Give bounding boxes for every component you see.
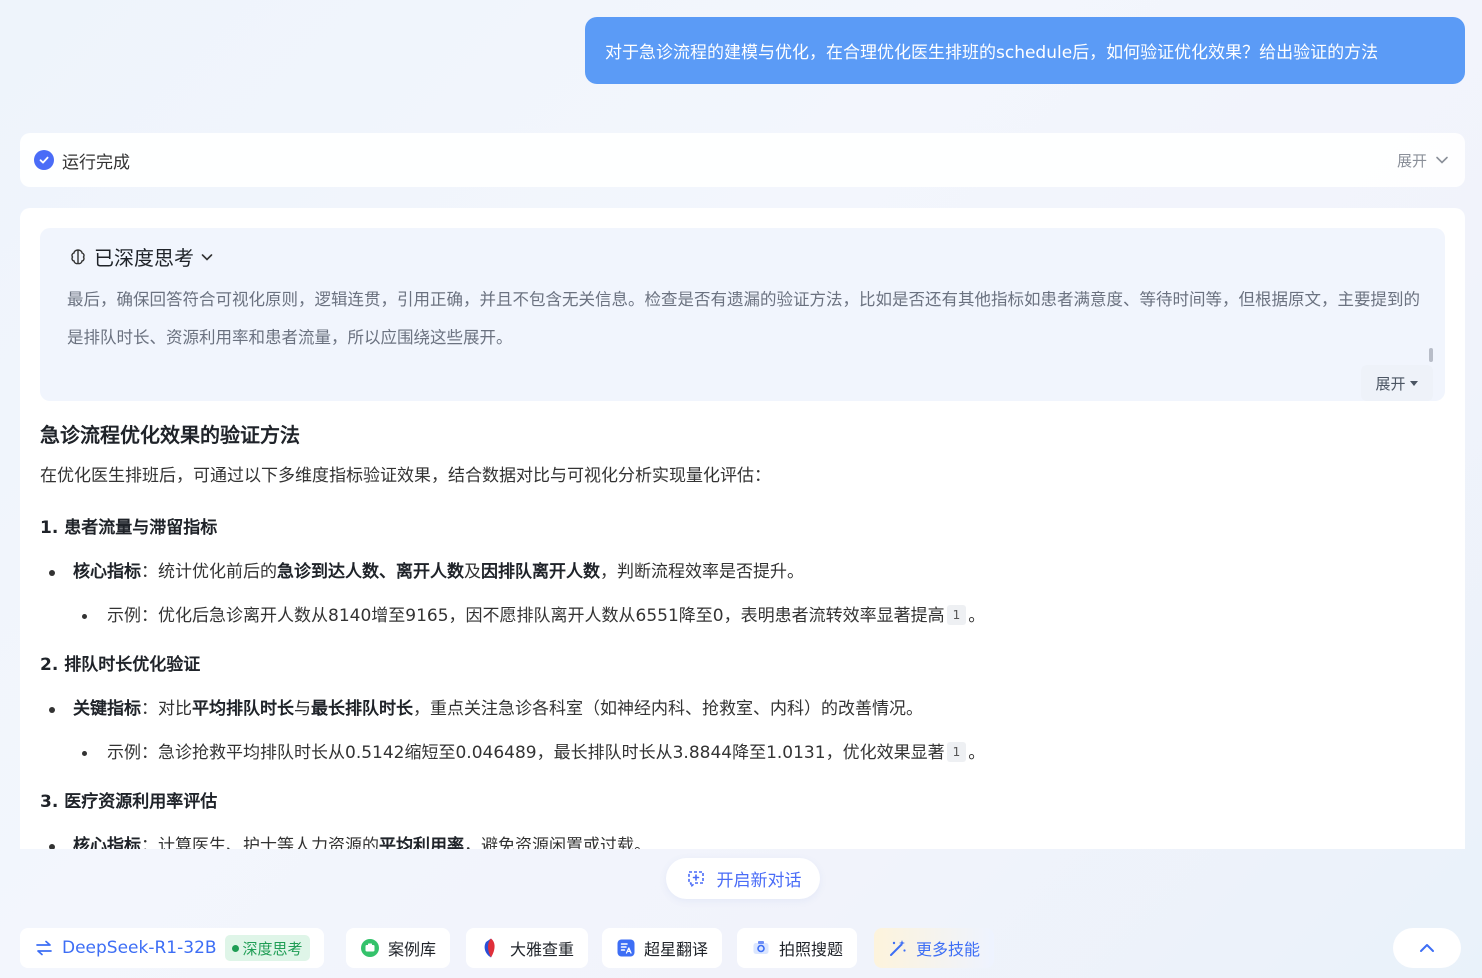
- user-message-text: 对于急诊流程的建模与优化，在合理优化医生排班的schedule后，如何验证优化效…: [605, 43, 1379, 63]
- bullet-bold: 平均排队时长: [192, 699, 294, 719]
- deep-think-badge-label: 深度思考: [242, 939, 303, 958]
- example-text: 示例：优化后急诊离开人数从8140增至9165，因不愿排队离开人数从6551降至…: [107, 606, 945, 626]
- magic-wand-icon: [888, 938, 908, 958]
- model-selector[interactable]: DeepSeek-R1-32B 深度思考: [20, 928, 324, 968]
- skill-label: 拍照搜题: [779, 940, 844, 959]
- deep-thinking-toggle[interactable]: 已深度思考: [68, 242, 214, 271]
- bullet-text: 统计优化前后的: [158, 562, 277, 582]
- chevron-down-icon: [1435, 153, 1449, 167]
- list-item: 核心指标：统计优化前后的急诊到达人数、离开人数及因排队离开人数，判断流程效率是否…: [40, 557, 1440, 587]
- bullet-label: 关键指标: [73, 699, 141, 719]
- skill-more[interactable]: 更多技能: [874, 928, 995, 968]
- citation-badge[interactable]: 1: [946, 742, 967, 762]
- skill-translate[interactable]: 超星翻译: [602, 928, 723, 968]
- brain-icon: [68, 247, 88, 267]
- skill-plagiarism-check[interactable]: 大雅查重: [466, 928, 589, 968]
- chevron-up-icon: [1418, 939, 1436, 957]
- skill-label: 超星翻译: [644, 940, 709, 959]
- camera-search-icon: [751, 938, 771, 958]
- bullet-text: 及: [464, 562, 481, 582]
- bullet-text: ，重点关注急诊各科室（如神经内科、抢救室、内科）的改善情况。: [413, 699, 923, 719]
- skill-label: 更多技能: [916, 940, 981, 959]
- bullet-label: 核心指标: [73, 836, 141, 849]
- run-status: 运行完成: [34, 148, 130, 173]
- user-message-bubble: 对于急诊流程的建模与优化，在合理优化医生排班的schedule后，如何验证优化效…: [585, 17, 1465, 84]
- bullet-bold: 最长排队时长: [311, 699, 413, 719]
- answer-content: 急诊流程优化效果的验证方法 在优化医生排班后，可通过以下多维度指标验证效果，结合…: [40, 420, 1440, 849]
- deep-thinking-panel: 已深度思考 最后，确保回答符合可视化原则，逻辑连贯，引用正确，并且不包含无关信息…: [40, 228, 1445, 401]
- example-text: 示例：急诊抢救平均排队时长从0.5142缩短至0.046489，最长排队时长从3…: [107, 743, 945, 763]
- status-dot-icon: [231, 944, 239, 952]
- plagiarism-check-icon: [480, 937, 502, 959]
- new-chat-icon: [685, 868, 707, 890]
- case-library-icon: [360, 938, 380, 958]
- skill-label: 大雅查重: [510, 940, 575, 959]
- status-expand-button[interactable]: 展开: [1397, 150, 1449, 171]
- example-end: 。: [968, 606, 986, 626]
- deep-think-badge[interactable]: 深度思考: [224, 935, 310, 961]
- bullet-sep: ：: [141, 836, 158, 849]
- chevron-down-icon: [200, 250, 214, 264]
- list-item: 核心指标：计算医生、护士等人力资源的平均利用率，避免资源闲置或过载。: [40, 831, 1440, 849]
- bullet-sep: ：: [141, 562, 158, 582]
- bullet-text: ，判断流程效率是否提升。: [600, 562, 804, 582]
- list-item: 关键指标：对比平均排队时长与最长排队时长，重点关注急诊各科室（如神经内科、抢救室…: [40, 694, 1440, 724]
- answer-card: 已深度思考 最后，确保回答符合可视化原则，逻辑连贯，引用正确，并且不包含无关信息…: [20, 208, 1465, 849]
- skill-case-library[interactable]: 案例库: [346, 928, 451, 968]
- example-end: 。: [968, 743, 986, 763]
- run-status-label: 运行完成: [62, 152, 130, 173]
- deep-thinking-title: 已深度思考: [94, 246, 194, 270]
- thinking-scrollbar[interactable]: [1429, 348, 1433, 362]
- bullet-text: 与: [294, 699, 311, 719]
- thinking-expand-button[interactable]: 展开: [1361, 365, 1433, 401]
- list-item: 示例：急诊抢救平均排队时长从0.5142缩短至0.046489，最长排队时长从3…: [40, 738, 1440, 768]
- status-expand-label: 展开: [1396, 151, 1427, 170]
- bullet-bold: 平均利用率: [379, 836, 464, 849]
- skill-camera-search[interactable]: 拍照搜题: [737, 928, 858, 968]
- citation-badge[interactable]: 1: [946, 605, 967, 625]
- caret-down-icon: [1409, 378, 1419, 388]
- model-name: DeepSeek-R1-32B: [62, 938, 217, 958]
- answer-title: 急诊流程优化效果的验证方法: [40, 423, 300, 447]
- new-chat-label: 开启新对话: [716, 871, 802, 891]
- section-heading: 2. 排队时长优化验证: [40, 655, 201, 675]
- section-heading: 3. 医疗资源利用率评估: [40, 792, 218, 812]
- bullet-text: 计算医生、护士等人力资源的: [158, 836, 379, 849]
- bottom-toolbar: DeepSeek-R1-32B 深度思考 案例库 大雅查重 超星翻译 拍照搜题: [0, 928, 1482, 972]
- run-status-card: 运行完成 展开: [20, 133, 1465, 187]
- new-chat-button[interactable]: 开启新对话: [666, 858, 820, 899]
- answer-intro: 在优化医生排班后，可通过以下多维度指标验证效果，结合数据对比与可视化分析实现量化…: [40, 466, 771, 486]
- deep-thinking-text: 最后，确保回答符合可视化原则，逻辑连贯，引用正确，并且不包含无关信息。检查是否有…: [67, 290, 1420, 347]
- check-circle-icon: [34, 150, 54, 170]
- switch-arrows-icon: [34, 938, 54, 958]
- bullet-text: 对比: [158, 699, 192, 719]
- bullet-bold: 急诊到达人数、离开人数: [277, 562, 464, 582]
- bullet-label: 核心指标: [73, 562, 141, 582]
- bullet-sep: ：: [141, 699, 158, 719]
- skill-label: 案例库: [388, 940, 437, 959]
- list-item: 示例：优化后急诊离开人数从8140增至9165，因不愿排队离开人数从6551降至…: [40, 601, 1440, 631]
- section-heading: 1. 患者流量与滞留指标: [40, 518, 218, 538]
- translate-icon: [616, 938, 636, 958]
- thinking-expand-label: 展开: [1375, 374, 1406, 393]
- scroll-top-button[interactable]: [1393, 928, 1461, 968]
- bullet-text: ，避免资源闲置或过载。: [464, 836, 651, 849]
- bullet-bold: 因排队离开人数: [481, 562, 600, 582]
